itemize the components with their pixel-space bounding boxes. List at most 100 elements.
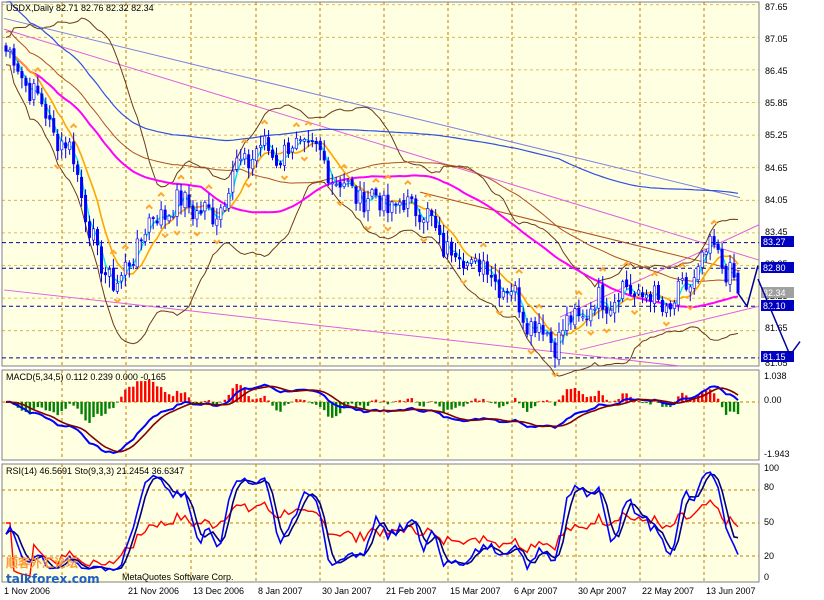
macd-histogram-bar	[458, 401, 461, 406]
macd-histogram-bar	[112, 401, 115, 408]
candle-body	[497, 279, 501, 298]
candle-body	[664, 305, 668, 314]
date-tick: 1 Nov 2006	[4, 586, 50, 596]
candle-body	[569, 315, 573, 323]
candle-body	[382, 195, 386, 212]
candle-body	[255, 148, 259, 162]
macd-histogram-bar	[486, 401, 489, 403]
candle-body	[668, 303, 672, 310]
macd-histogram-bar	[434, 401, 437, 404]
price-chart[interactable]: USDX,Daily 82.71 82.76 82.32 82.34 MACD(…	[0, 0, 824, 600]
macd-histogram-bar	[641, 401, 644, 404]
macd-histogram-bar	[585, 397, 589, 402]
candle-body	[187, 194, 191, 208]
macd-histogram-bar	[732, 401, 736, 412]
candle-body	[728, 262, 732, 285]
candle-body	[446, 241, 450, 255]
macd-histogram-bar	[144, 381, 147, 402]
date-tick: 21 Feb 2007	[386, 586, 437, 596]
candle-body	[489, 274, 493, 278]
watermark-site: talkforex.com	[6, 572, 100, 586]
candle-body	[135, 238, 139, 268]
macd-histogram-bar	[319, 401, 322, 407]
macd-histogram-bar	[132, 386, 135, 402]
macd-histogram-bar	[430, 401, 433, 402]
candle-body	[549, 331, 553, 343]
candle-body	[290, 147, 294, 153]
macd-histogram-bar	[163, 391, 167, 402]
macd-histogram-bar	[704, 390, 708, 402]
macd-histogram-bar	[549, 401, 553, 403]
candle-body	[330, 182, 334, 185]
price-tick: 81.65	[765, 323, 788, 333]
macd-panel[interactable]	[1, 369, 760, 461]
macd-histogram-bar	[720, 401, 724, 408]
macd-histogram-bar	[255, 398, 258, 402]
candle-body	[493, 274, 497, 282]
candle-body	[16, 63, 20, 72]
candle-body	[426, 208, 430, 223]
candle-body	[199, 210, 203, 214]
price-tick: 83.45	[765, 227, 788, 237]
macd-histogram-bar	[502, 401, 505, 407]
macd-histogram-bar	[100, 401, 103, 416]
candle-body	[92, 228, 96, 241]
macd-histogram-bar	[470, 400, 473, 402]
macd-histogram-bar	[529, 401, 533, 409]
macd-histogram-bar	[386, 401, 390, 405]
candle-body	[203, 202, 207, 212]
candle-body	[247, 154, 251, 169]
candle-body	[326, 160, 330, 184]
candle-body	[80, 176, 84, 198]
macd-histogram-bar	[358, 401, 362, 406]
candle-body	[115, 282, 119, 292]
macd-histogram-bar	[207, 400, 211, 402]
macd-histogram-bar	[72, 401, 75, 406]
macd-histogram-bar	[402, 401, 406, 402]
candle-body	[688, 286, 692, 293]
main-chart-panel[interactable]	[1, 1, 760, 367]
candle-body	[637, 289, 641, 295]
macd-histogram-bar	[545, 400, 549, 402]
macd-histogram-bar	[597, 390, 600, 402]
macd-histogram-bar	[398, 400, 402, 402]
candle-body	[346, 180, 350, 182]
macd-histogram-bar	[577, 390, 581, 402]
candle-body	[465, 262, 469, 267]
candle-body	[708, 236, 712, 254]
price-scale: 87.65 87.05 86.45 85.85 85.25 84.65 84.0…	[765, 2, 788, 368]
macd-histogram-bar	[506, 401, 509, 405]
candle-body	[581, 316, 585, 319]
macd-histogram-bar	[541, 400, 545, 402]
osc-tick: 20	[764, 551, 774, 561]
candle-body	[454, 252, 458, 258]
candle-body	[505, 290, 509, 294]
macd-histogram-bar	[736, 401, 740, 415]
candle-body	[36, 85, 40, 94]
candle-body	[183, 192, 187, 208]
macd-histogram-bar	[219, 401, 223, 403]
candle-body	[700, 251, 704, 268]
macd-histogram-bar	[625, 393, 628, 402]
candle-body	[613, 301, 617, 314]
candle-body	[239, 158, 243, 161]
candle-body	[175, 189, 179, 217]
candle-body	[354, 186, 358, 204]
candle-body	[95, 229, 99, 246]
price-tick: 85.85	[765, 98, 788, 108]
macd-histogram-bar	[239, 385, 242, 402]
candle-body	[430, 210, 434, 216]
macd-histogram-bar	[390, 401, 394, 403]
macd-histogram-bar	[116, 401, 119, 403]
candle-body	[76, 164, 80, 175]
date-tick: 8 Jan 2007	[258, 586, 303, 596]
macd-histogram-bar	[681, 392, 684, 402]
macd-histogram-bar	[167, 394, 171, 402]
macd-histogram-bar	[52, 401, 55, 413]
macd-histogram-bar	[155, 386, 159, 402]
candle-body	[235, 157, 239, 170]
candle-body	[227, 193, 231, 209]
candle-body	[259, 144, 263, 148]
macd-histogram-bar	[124, 389, 127, 402]
candle-body	[358, 189, 362, 204]
